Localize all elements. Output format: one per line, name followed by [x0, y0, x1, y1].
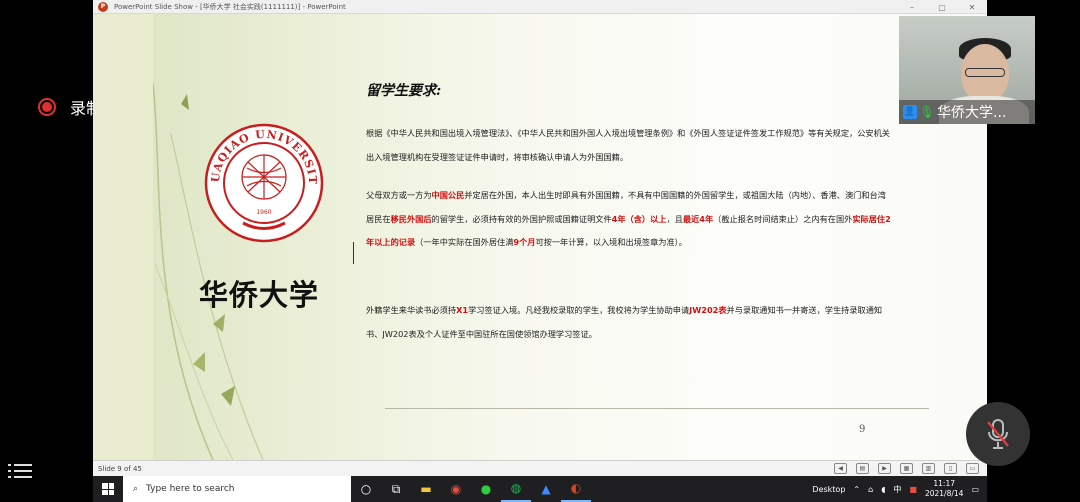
- body-text: ，且: [666, 213, 683, 224]
- footer-rule: [385, 408, 929, 409]
- slide-count: Slide 9 of 45: [98, 464, 142, 473]
- powerpoint-window: P PowerPoint Slide Show - [华侨大学 社会实践(111…: [93, 0, 987, 476]
- highlighted-text: 4年（含）以上: [611, 213, 667, 224]
- slideshow-view-icon[interactable]: ▭: [966, 463, 979, 474]
- microphone-active-icon: 🎙: [919, 105, 935, 119]
- clock-date: 2021/8/14: [924, 489, 964, 498]
- participant-name: 华侨大学...: [937, 105, 1007, 121]
- body-text: （一年中实际在国外居住满: [415, 237, 514, 247]
- university-seal-logo: HUAQIAO UNIVERSITY 1960: [203, 122, 324, 243]
- system-tray: Desktop ⌃ ⌂ ◖ 中 ■ 11:17 2021/8/14 ▭: [812, 479, 987, 499]
- windows-taskbar: ⌕ Type here to search ○ ⧉ ▬ ◉ ● ◍ ▲ ◐ De…: [93, 476, 987, 502]
- highlighted-text: 中国公民: [431, 190, 465, 200]
- volume-icon[interactable]: ◖: [881, 485, 885, 494]
- record-dot-icon: [38, 98, 56, 116]
- taskbar-search-box[interactable]: ⌕ Type here to search: [123, 476, 351, 502]
- body-text: 的留学生，必须持有效的外国护照或国籍证明文件: [431, 213, 612, 224]
- powerpoint-icon: P: [98, 1, 108, 12]
- paragraph-nationality: 父母双方或一方为中国公民并定居在外国，本人出生时即具有外国国籍，不具有中国国籍的…: [366, 184, 891, 255]
- minimize-button[interactable]: –: [897, 0, 927, 14]
- highlighted-text: 最近4年: [682, 213, 714, 224]
- start-button[interactable]: [93, 476, 123, 502]
- windows-logo-icon: [102, 483, 114, 495]
- slide-menu-icon[interactable]: ▤: [856, 463, 869, 474]
- reading-view-icon[interactable]: ▯: [944, 463, 957, 474]
- window-controls: – ▢ ✕: [897, 0, 987, 14]
- file-explorer-icon[interactable]: ▬: [411, 476, 441, 502]
- highlighted-text: X1: [456, 305, 469, 315]
- normal-view-icon[interactable]: ▦: [900, 463, 913, 474]
- body-text: （截止报名时间结束止）之内有在国外: [713, 213, 853, 224]
- slide-page-number: 9: [859, 424, 866, 435]
- body-text: 学习签证入境。凡经我校录取的学生，我校将为学生协助申请: [468, 305, 690, 315]
- ime-indicator[interactable]: 中: [893, 484, 901, 495]
- highlighted-text: 移民外国后: [390, 213, 432, 224]
- network-icon[interactable]: ⌂: [868, 485, 873, 494]
- notifications-icon[interactable]: ▭: [971, 485, 979, 494]
- taskbar-clock[interactable]: 11:17 2021/8/14: [925, 479, 963, 499]
- search-placeholder: Type here to search: [146, 484, 235, 494]
- slide-sorter-icon[interactable]: ▥: [922, 463, 935, 474]
- chrome-icon[interactable]: ◉: [441, 476, 471, 502]
- wechat-icon[interactable]: ●: [471, 476, 501, 502]
- maximize-button[interactable]: ▢: [927, 0, 957, 14]
- body-text: 可按一年计算，以入境和出境签章为准）。: [535, 237, 687, 247]
- chevron-up-icon[interactable]: ⌃: [853, 485, 860, 494]
- participant-label-bar: 👤 🎙 华侨大学...: [899, 100, 1035, 124]
- clock-time: 11:17: [933, 479, 956, 488]
- slide-area: HUAQIAO UNIVERSITY 1960 华侨大学 留学生要求: 根据《中…: [93, 14, 987, 460]
- divider-line: [353, 242, 354, 264]
- task-view-icon[interactable]: ⧉: [381, 476, 411, 502]
- mute-microphone-button[interactable]: [966, 402, 1030, 466]
- close-button[interactable]: ✕: [957, 0, 987, 14]
- body-text: 外籍学生来华读书必须持: [366, 305, 457, 315]
- highlighted-text: JW202表: [689, 305, 727, 315]
- slide-margin-left: [93, 14, 153, 460]
- paragraph-visa: 外籍学生来华读书必须持X1学习签证入境。凡经我校录取的学生，我校将为学生协助申请…: [366, 299, 891, 346]
- highlighted-text: 9个月: [513, 237, 536, 247]
- university-name: 华侨大学: [199, 278, 320, 312]
- window-title: PowerPoint Slide Show - [华侨大学 社会实践(11111…: [114, 2, 346, 11]
- powerpoint-taskbar-icon[interactable]: ◐: [561, 476, 591, 502]
- slide[interactable]: HUAQIAO UNIVERSITY 1960 华侨大学 留学生要求: 根据《中…: [153, 14, 937, 460]
- paragraph-regulations: 根据《中华人民共和国出境入境管理法》、《中华人民共和国外国人入境出境管理条例》和…: [366, 128, 890, 162]
- desktop-label[interactable]: Desktop: [812, 485, 845, 494]
- slide-title: 留学生要求:: [366, 83, 442, 99]
- spotify-icon[interactable]: ◍: [501, 476, 531, 502]
- status-bar-controls: ◀ ▤ ▶ ▦ ▥ ▯ ▭: [834, 463, 979, 474]
- participant-video[interactable]: 👤 🎙 华侨大学...: [899, 16, 1035, 124]
- microphone-muted-icon: [987, 419, 1009, 449]
- previous-slide-icon[interactable]: ◀: [834, 463, 847, 474]
- cortana-icon[interactable]: ○: [351, 476, 381, 502]
- next-slide-icon[interactable]: ▶: [878, 463, 891, 474]
- window-titlebar: P PowerPoint Slide Show - [华侨大学 社会实践(111…: [93, 0, 987, 14]
- status-bar: Slide 9 of 45 ◀ ▤ ▶ ▦ ▥ ▯ ▭: [93, 460, 987, 476]
- antivirus-icon[interactable]: ■: [909, 485, 917, 494]
- svg-text:1960: 1960: [256, 209, 271, 216]
- tencent-meeting-icon[interactable]: ▲: [531, 476, 561, 502]
- user-icon: 👤: [903, 105, 917, 119]
- search-icon: ⌕: [133, 484, 139, 494]
- body-text: 父母双方或一方为: [366, 190, 432, 200]
- list-menu-icon[interactable]: [8, 460, 32, 482]
